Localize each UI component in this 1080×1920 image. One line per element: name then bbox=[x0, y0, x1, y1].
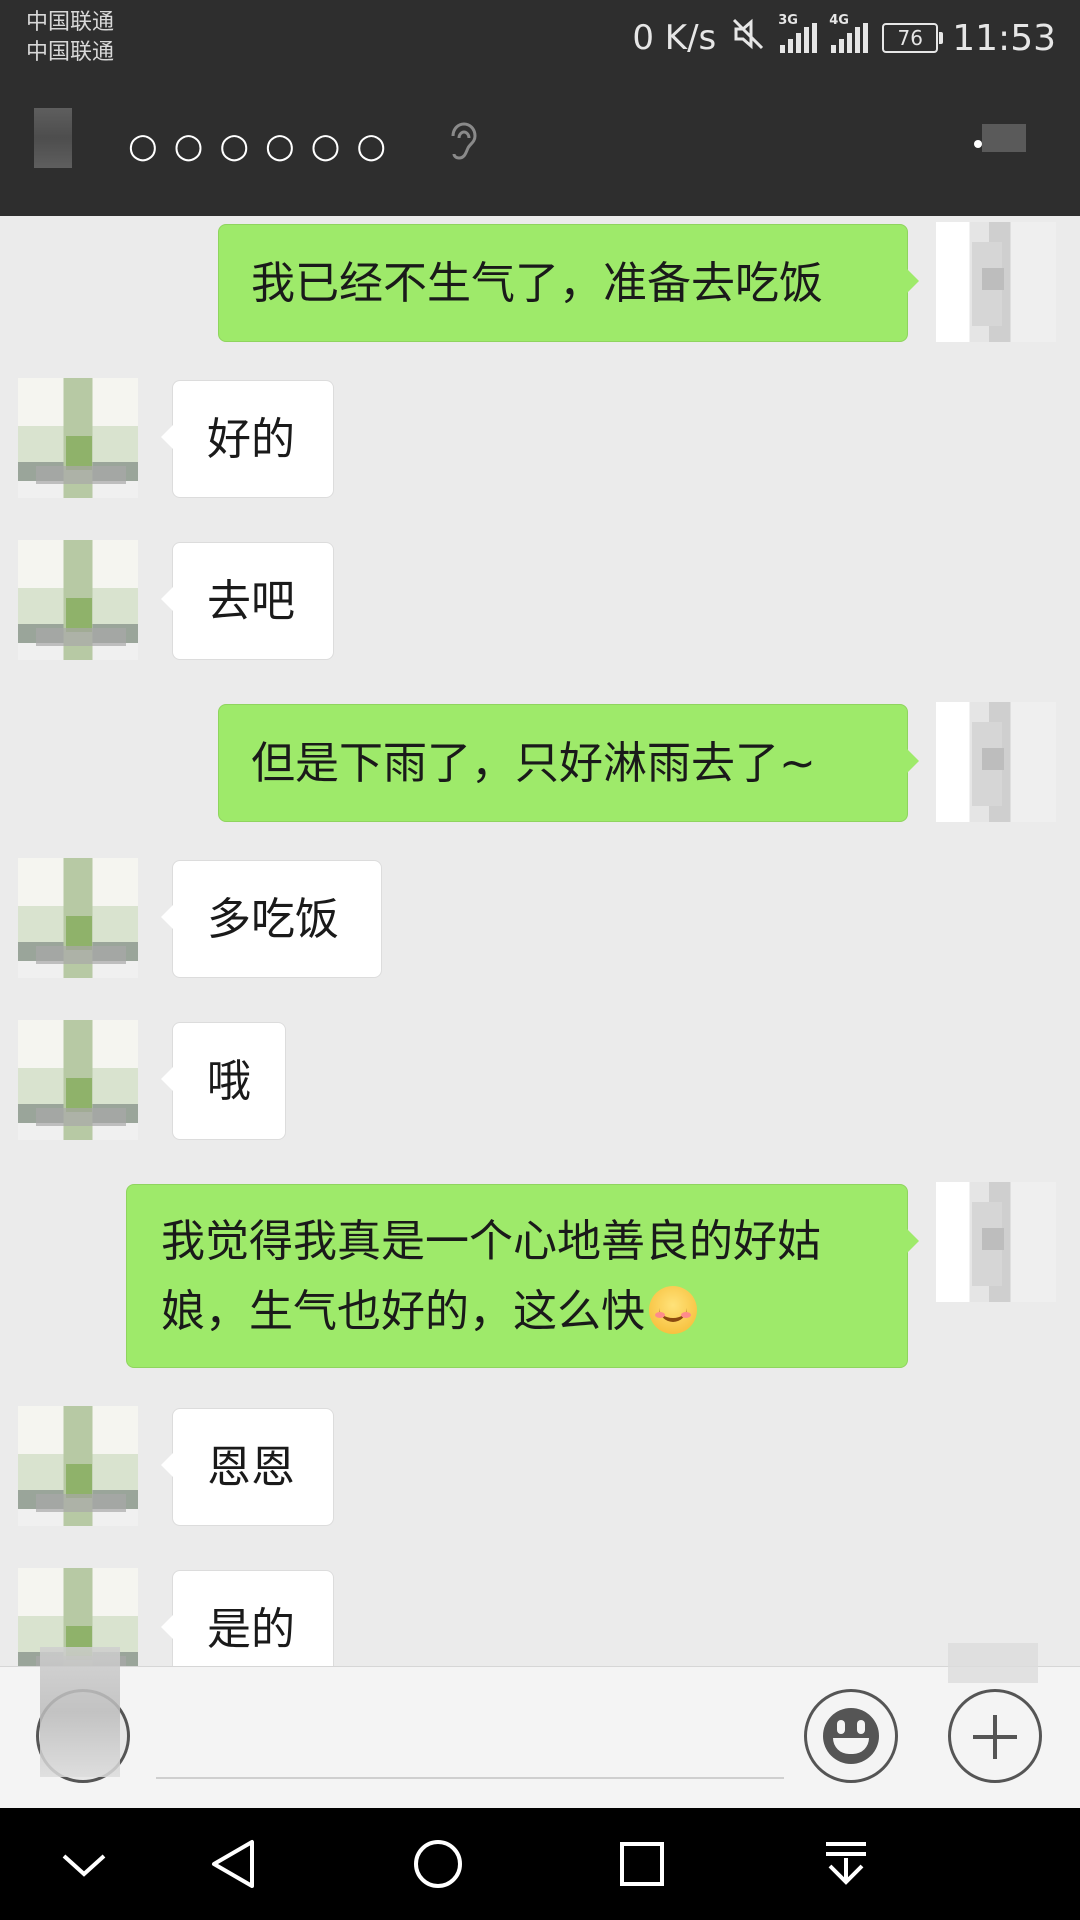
collapse-icon[interactable] bbox=[54, 1836, 114, 1892]
signal-3g-icon: 3G bbox=[778, 13, 818, 53]
message-bubble-peer[interactable]: 是的 bbox=[161, 1570, 334, 1666]
back-triangle-icon[interactable] bbox=[204, 1836, 264, 1892]
carrier-1: 中国联通 bbox=[26, 10, 115, 35]
message-input[interactable] bbox=[156, 1687, 784, 1779]
carrier-info: 中国联通 中国联通 bbox=[26, 8, 114, 68]
message-bubble-peer[interactable]: 去吧 bbox=[161, 542, 334, 660]
message-text-line-2: 娘，生气也好的，这么快 bbox=[161, 1277, 873, 1347]
avatar-peer[interactable] bbox=[18, 858, 138, 978]
avatar-self[interactable] bbox=[936, 1182, 1056, 1302]
chat-title-bar: ○○○○○○ bbox=[0, 86, 1080, 216]
message-row: 哦 bbox=[0, 1018, 1080, 1148]
mute-icon bbox=[730, 16, 766, 61]
emoji-icon[interactable] bbox=[804, 1689, 898, 1783]
message-bubble-peer[interactable]: 多吃饭 bbox=[161, 860, 382, 978]
back-icon[interactable] bbox=[34, 108, 72, 168]
avatar-self[interactable] bbox=[936, 702, 1056, 822]
home-circle-icon[interactable] bbox=[408, 1836, 468, 1892]
blurred-overlay bbox=[40, 1647, 120, 1777]
more-dot bbox=[974, 140, 982, 148]
system-nav-bar bbox=[0, 1808, 1080, 1920]
message-row: 我觉得我真是一个心地善良的好姑 娘，生气也好的，这么快 bbox=[0, 1176, 1080, 1368]
signal-4g-icon: 4G bbox=[829, 13, 869, 53]
message-bubble-peer[interactable]: 哦 bbox=[161, 1022, 286, 1140]
message-bubble-self[interactable]: 但是下雨了，只好淋雨去了~ bbox=[218, 704, 919, 822]
avatar-peer[interactable] bbox=[18, 540, 138, 660]
avatar-peer[interactable] bbox=[18, 1020, 138, 1140]
input-bar bbox=[0, 1643, 1080, 1809]
earpiece-icon bbox=[445, 120, 479, 164]
avatar-peer[interactable] bbox=[18, 1406, 138, 1526]
message-bubble-self[interactable]: 我已经不生气了，准备去吃饭 bbox=[218, 224, 919, 342]
message-bubble-peer[interactable]: 恩恩 bbox=[161, 1408, 334, 1526]
message-text: 哦 bbox=[207, 1056, 251, 1107]
message-row: 好的 bbox=[0, 376, 1080, 506]
clock: 11:53 bbox=[952, 17, 1056, 59]
message-text: 是的 bbox=[207, 1604, 295, 1655]
chat-title: ○○○○○○ bbox=[128, 126, 403, 166]
plus-icon[interactable] bbox=[948, 1689, 1042, 1783]
avatar-self[interactable] bbox=[936, 222, 1056, 342]
message-text-line-1: 我觉得我真是一个心地善良的好姑 bbox=[161, 1216, 821, 1267]
message-row: 是的 bbox=[0, 1566, 1080, 1666]
blurred-overlay bbox=[948, 1643, 1038, 1683]
message-bubble-self[interactable]: 我觉得我真是一个心地善良的好姑 娘，生气也好的，这么快 bbox=[126, 1184, 919, 1368]
message-text: 恩恩 bbox=[207, 1442, 295, 1493]
chat-area[interactable]: 我已经不生气了，准备去吃饭 好的 去吧 但是下雨了，只好淋雨去了~ 多吃饭 哦 bbox=[0, 216, 1080, 1666]
message-row: 恩恩 bbox=[0, 1404, 1080, 1534]
avatar-peer[interactable] bbox=[18, 378, 138, 498]
face-glyph bbox=[823, 1708, 879, 1764]
recents-square-icon[interactable] bbox=[612, 1836, 672, 1892]
status-indicators: 0 K/s 3G 4G 76 11:53 bbox=[632, 13, 1056, 62]
message-text: 但是下雨了，只好淋雨去了~ bbox=[251, 738, 816, 789]
message-row: 我已经不生气了，准备去吃饭 bbox=[0, 216, 1080, 346]
message-text: 多吃饭 bbox=[207, 894, 339, 945]
message-bubble-peer[interactable]: 好的 bbox=[161, 380, 334, 498]
message-text: 去吧 bbox=[207, 576, 295, 627]
message-row: 多吃饭 bbox=[0, 856, 1080, 986]
message-text: 我已经不生气了，准备去吃饭 bbox=[251, 258, 823, 309]
smile-emoji-icon bbox=[649, 1286, 697, 1334]
message-text: 好的 bbox=[207, 414, 295, 465]
message-row: 去吧 bbox=[0, 538, 1080, 668]
more-icon[interactable] bbox=[982, 124, 1026, 152]
net-speed: 0 K/s bbox=[632, 18, 717, 58]
battery-icon: 76 bbox=[882, 23, 944, 53]
carrier-2: 中国联通 bbox=[26, 40, 115, 65]
status-bar: 中国联通 中国联通 0 K/s 3G 4G 76 11:53 bbox=[0, 0, 1080, 86]
message-row: 但是下雨了，只好淋雨去了~ bbox=[0, 696, 1080, 826]
notification-pull-icon[interactable] bbox=[816, 1836, 876, 1892]
